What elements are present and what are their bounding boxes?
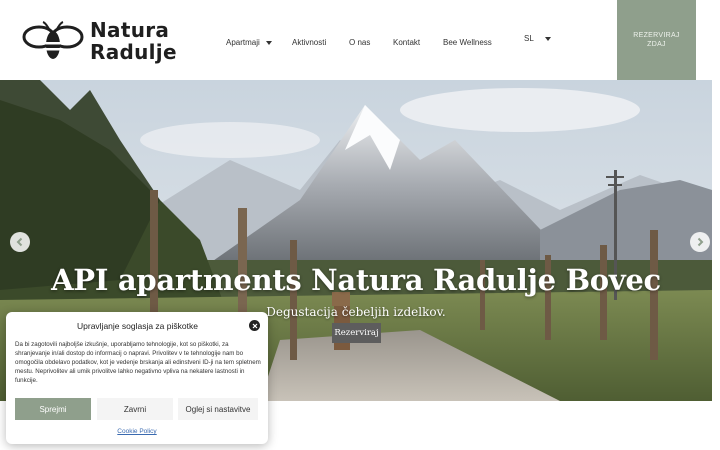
chevron-down-icon bbox=[265, 40, 272, 45]
language-selector[interactable]: SL bbox=[524, 34, 551, 43]
deny-cookies-button[interactable]: Zavrni bbox=[97, 398, 173, 420]
nav-item-bee-wellness[interactable]: Bee Wellness bbox=[443, 38, 492, 47]
accept-cookies-button[interactable]: Sprejmi bbox=[15, 398, 91, 420]
book-now-label: REZERVIRAJ ZDAJ bbox=[633, 32, 680, 48]
bee-logo-icon bbox=[22, 21, 84, 59]
chevron-down-icon bbox=[544, 36, 551, 41]
nav-item-label: O nas bbox=[349, 38, 371, 47]
chevron-right-icon bbox=[697, 237, 704, 247]
nav-item-label: Aktivnosti bbox=[292, 38, 327, 47]
nav-item-label: Apartmaji bbox=[226, 38, 260, 47]
nav-item-label: Kontakt bbox=[393, 38, 421, 47]
slider-next-button[interactable] bbox=[690, 232, 710, 252]
cookie-preferences-button[interactable]: Oglej si nastavitve bbox=[178, 398, 258, 420]
language-label: SL bbox=[524, 34, 534, 43]
slider-prev-button[interactable] bbox=[10, 232, 30, 252]
cookie-policy-link[interactable]: Cookie Policy bbox=[6, 428, 268, 435]
close-icon bbox=[252, 323, 257, 328]
nav-item-aktivnosti[interactable]: Aktivnosti bbox=[292, 38, 326, 47]
hero-title: API apartments Natura Radulje Bovec bbox=[51, 263, 661, 297]
site-logo-text: Natura Radulje bbox=[90, 19, 177, 63]
cookie-dialog-text: Da bi zagotovili najboljše izkušnje, upo… bbox=[15, 341, 261, 384]
site-header: Natura Radulje Apartmaji Aktivnosti O na… bbox=[0, 0, 720, 80]
cookie-close-button[interactable] bbox=[249, 320, 260, 331]
brand-line-2: Radulje bbox=[90, 40, 177, 64]
nav-item-o-nas[interactable]: O nas bbox=[349, 38, 370, 47]
page: Natura Radulje Apartmaji Aktivnosti O na… bbox=[0, 0, 720, 450]
book-now-button[interactable]: REZERVIRAJ ZDAJ bbox=[617, 0, 696, 80]
nav-item-kontakt[interactable]: Kontakt bbox=[393, 38, 420, 47]
chevron-left-icon bbox=[16, 237, 23, 247]
site-logo[interactable]: Natura Radulje bbox=[22, 18, 177, 64]
brand-line-1: Natura bbox=[90, 18, 170, 42]
nav-item-apartmaji[interactable]: Apartmaji bbox=[226, 38, 272, 47]
cookie-dialog-title: Upravljanje soglasja za piškotke bbox=[77, 321, 198, 331]
nav-item-label: Bee Wellness bbox=[443, 38, 492, 47]
hero-book-button[interactable]: Rezerviraj bbox=[332, 323, 381, 343]
cookie-consent-dialog: Upravljanje soglasja za piškotke Da bi z… bbox=[6, 312, 268, 444]
